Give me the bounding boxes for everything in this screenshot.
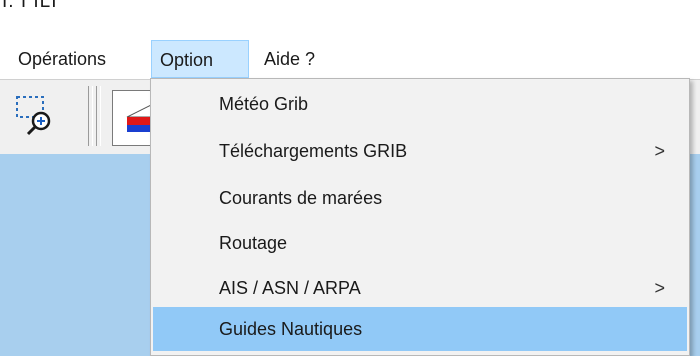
menu-bar: Opérations Option Aide ?	[0, 40, 700, 78]
menu-item-guides-nautiques[interactable]: Guides Nautiques	[153, 307, 687, 351]
menu-item-ais-asn-arpa[interactable]: AIS / ASN / ARPA >	[153, 268, 687, 308]
toolbar-separator	[88, 86, 93, 146]
menu-item-label: Routage	[219, 233, 288, 253]
menu-item-meteo-grib[interactable]: Météo Grib	[153, 84, 687, 124]
menu-option[interactable]: Option	[151, 40, 249, 78]
menu-item-label: AIS / ASN / ARPA	[219, 278, 361, 298]
option-dropdown-menu: Météo Grib Téléchargements GRIB > Couran…	[150, 78, 690, 356]
menu-operations[interactable]: Opérations	[10, 40, 114, 78]
zoom-selection-icon[interactable]	[14, 94, 58, 138]
window-title-fragment: I. I ILI	[2, 0, 122, 22]
window-title-text: I. I ILI	[2, 0, 58, 12]
submenu-arrow-icon: >	[654, 278, 665, 298]
menu-aide[interactable]: Aide ?	[256, 40, 323, 78]
submenu-arrow-icon: >	[654, 141, 665, 161]
menu-item-label: Téléchargements GRIB	[219, 141, 408, 161]
menu-item-routage[interactable]: Routage	[153, 223, 687, 263]
toolbar-separator	[96, 86, 101, 146]
menu-item-courants-de-marees[interactable]: Courants de marées	[153, 178, 687, 218]
menu-item-label: Courants de marées	[219, 188, 383, 208]
menu-item-label: Guides Nautiques	[219, 319, 363, 339]
menu-item-telechargements-grib[interactable]: Téléchargements GRIB >	[153, 131, 687, 171]
menu-item-label: Météo Grib	[219, 94, 309, 114]
